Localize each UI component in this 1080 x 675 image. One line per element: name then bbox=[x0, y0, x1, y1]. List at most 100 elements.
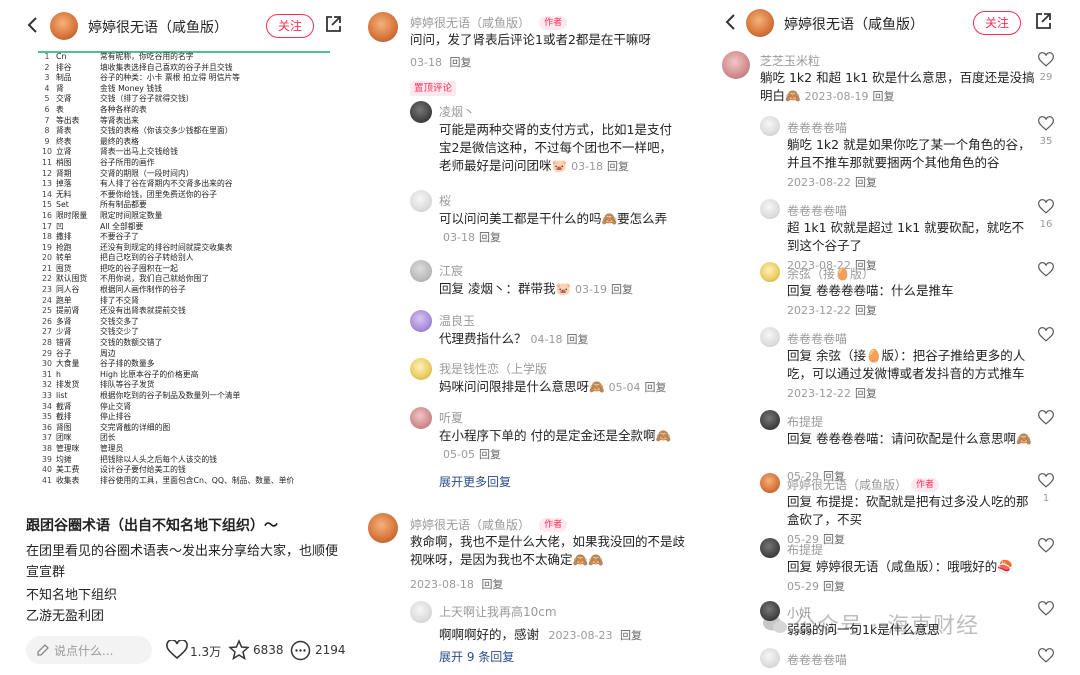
heart-icon[interactable] bbox=[1038, 648, 1054, 664]
username[interactable]: 婷婷很无语（咸鱼版） bbox=[784, 14, 924, 34]
heart-icon[interactable] bbox=[1038, 601, 1054, 617]
commenter-name[interactable]: 芝芝玉米粒 bbox=[760, 52, 820, 69]
heart-icon[interactable] bbox=[166, 640, 188, 660]
heart-icon[interactable] bbox=[1038, 538, 1054, 554]
heart-icon[interactable] bbox=[1038, 410, 1054, 426]
table-row: 35 截排 停止排谷 bbox=[38, 412, 330, 423]
reply-like[interactable] bbox=[1034, 410, 1058, 430]
avatar[interactable] bbox=[410, 101, 432, 123]
table-row: 24 跑单 排了不交肾 bbox=[38, 296, 330, 307]
table-row: 2 排谷 填收集表选择自己喜欢的谷子并且交钱 bbox=[38, 63, 330, 74]
commenter-name[interactable]: 卷卷卷卷喵 bbox=[787, 653, 847, 667]
reply-button[interactable]: 回复 bbox=[823, 533, 845, 546]
commenter-name[interactable]: 布提提 bbox=[787, 415, 823, 429]
reply-like[interactable] bbox=[1034, 601, 1058, 621]
commenter-name[interactable]: 婷婷很无语（咸鱼版） bbox=[410, 16, 530, 30]
definition-cell: 等肾表出来 bbox=[100, 115, 139, 125]
commenter-name[interactable]: 听夏 bbox=[439, 409, 463, 426]
avatar[interactable] bbox=[50, 12, 78, 40]
commenter-name[interactable]: 婷婷很无语（咸鱼版） bbox=[410, 518, 530, 532]
reply-button[interactable]: 回复 bbox=[855, 304, 877, 317]
avatar[interactable] bbox=[760, 327, 780, 347]
avatar[interactable] bbox=[760, 410, 780, 430]
comment-placeholder: 说点什么... bbox=[54, 644, 114, 658]
term-cell: 囤货 bbox=[56, 263, 72, 273]
avatar[interactable] bbox=[410, 190, 432, 212]
avatar[interactable] bbox=[368, 513, 398, 543]
expand-more-replies[interactable]: 展开更多回复 bbox=[439, 473, 511, 490]
avatar[interactable] bbox=[410, 310, 432, 332]
reply-like[interactable] bbox=[1034, 648, 1058, 668]
reply-button[interactable]: 回复 bbox=[645, 381, 667, 394]
heart-icon[interactable] bbox=[1038, 262, 1054, 278]
reply-button[interactable]: 回复 bbox=[823, 580, 845, 593]
reply-button[interactable]: 回复 bbox=[566, 333, 588, 346]
reply-button[interactable]: 回复 bbox=[479, 231, 501, 244]
commenter-name[interactable]: 布提提 bbox=[787, 543, 823, 557]
commenter-name[interactable]: 婷婷很无语（咸鱼版） bbox=[787, 478, 907, 492]
reply-like[interactable] bbox=[1034, 262, 1058, 282]
reply-button[interactable]: 回复 bbox=[611, 283, 633, 296]
table-row: 28 错肾 交钱的数额交错了 bbox=[38, 338, 330, 349]
commenter-name[interactable]: 小妍 bbox=[787, 606, 811, 620]
avatar[interactable] bbox=[760, 199, 780, 219]
reply-button[interactable]: 回复 bbox=[479, 448, 501, 461]
back-icon[interactable] bbox=[26, 16, 38, 34]
commenter-name[interactable]: 江宸 bbox=[439, 262, 463, 279]
comment-icon[interactable] bbox=[290, 640, 311, 661]
avatar[interactable] bbox=[760, 538, 780, 558]
star-icon[interactable] bbox=[228, 639, 250, 660]
avatar[interactable] bbox=[760, 473, 780, 493]
commenter-name[interactable]: 温良玉 bbox=[439, 312, 475, 329]
follow-button[interactable]: 关注 bbox=[973, 11, 1021, 35]
commenter-name[interactable]: 桜 bbox=[439, 192, 451, 209]
commenter-name[interactable]: 上天啊让我再高10cm bbox=[439, 603, 557, 620]
reply-like[interactable]: 35 bbox=[1034, 116, 1058, 147]
reply-button[interactable]: 回复 bbox=[855, 387, 877, 400]
reply-button[interactable]: 回复 bbox=[620, 629, 642, 642]
row-number: 19 bbox=[42, 242, 52, 252]
commenter-name[interactable]: 凌烟丶 bbox=[439, 103, 475, 120]
reply-button[interactable]: 回复 bbox=[449, 56, 471, 69]
heart-icon[interactable] bbox=[1038, 327, 1054, 343]
expand-replies[interactable]: 展开 9 条回复 bbox=[439, 648, 514, 665]
commenter-name[interactable]: 卷卷卷卷喵 bbox=[787, 204, 847, 218]
username[interactable]: 婷婷很无语（咸鱼版） bbox=[88, 17, 228, 37]
comment-input[interactable]: 说点什么... bbox=[26, 636, 152, 664]
commenter-name[interactable]: 卷卷卷卷喵 bbox=[787, 332, 847, 346]
avatar[interactable] bbox=[722, 51, 750, 79]
reply-button[interactable]: 回复 bbox=[607, 160, 629, 173]
avatar[interactable] bbox=[746, 9, 774, 37]
reply-like[interactable]: 1 bbox=[1034, 473, 1058, 504]
reply-time: 04-18 bbox=[530, 333, 563, 346]
commenter-name[interactable]: 余弦（接🥚版） bbox=[787, 267, 874, 281]
heart-icon[interactable] bbox=[1038, 199, 1054, 215]
reply-button[interactable]: 回复 bbox=[481, 578, 503, 591]
share-icon[interactable] bbox=[1034, 12, 1052, 30]
term-cell: 大食量 bbox=[56, 359, 80, 369]
commenter-name[interactable]: 卷卷卷卷喵 bbox=[787, 121, 847, 135]
heart-icon[interactable] bbox=[1038, 52, 1054, 68]
reply-button[interactable]: 回复 bbox=[855, 176, 877, 189]
reply-like[interactable] bbox=[1034, 538, 1058, 558]
avatar[interactable] bbox=[410, 601, 432, 623]
back-icon[interactable] bbox=[724, 13, 736, 31]
definition-cell: 交钱的数额交错了 bbox=[100, 338, 163, 348]
share-icon[interactable] bbox=[324, 15, 342, 33]
avatar[interactable] bbox=[760, 262, 780, 282]
avatar[interactable] bbox=[410, 260, 432, 282]
avatar[interactable] bbox=[410, 407, 432, 429]
avatar[interactable] bbox=[410, 358, 432, 380]
commenter-name[interactable]: 我是钱性恋（上学版 bbox=[439, 360, 547, 377]
avatar[interactable] bbox=[368, 12, 398, 42]
follow-button[interactable]: 关注 bbox=[266, 14, 314, 38]
heart-icon[interactable] bbox=[1038, 473, 1054, 489]
reply-like[interactable]: 16 bbox=[1034, 199, 1058, 230]
reply-button[interactable]: 回复 bbox=[872, 90, 894, 103]
heart-icon[interactable] bbox=[1038, 116, 1054, 132]
avatar[interactable] bbox=[760, 648, 780, 668]
comment-like[interactable]: 29 bbox=[1034, 52, 1058, 83]
reply-like[interactable] bbox=[1034, 327, 1058, 347]
avatar[interactable] bbox=[760, 601, 780, 621]
avatar[interactable] bbox=[760, 116, 780, 136]
